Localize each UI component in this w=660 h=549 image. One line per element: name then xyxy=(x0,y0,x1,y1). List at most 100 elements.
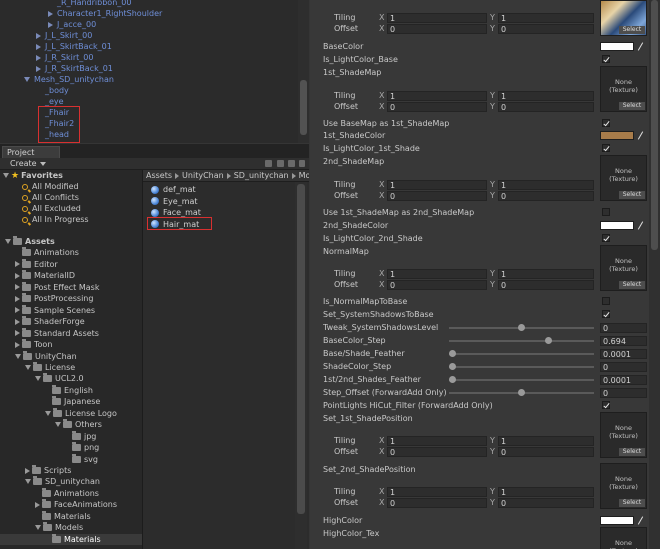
expand-arrow-icon[interactable] xyxy=(15,353,21,359)
tiling-y-field[interactable]: 1 xyxy=(498,90,594,101)
slider-knob[interactable] xyxy=(518,324,525,331)
offset-y-field[interactable]: 0 xyxy=(498,101,594,112)
slider-value-field[interactable]: 0 xyxy=(600,388,647,398)
breadcrumb-item[interactable]: Assets xyxy=(146,171,172,180)
tiling-y-field[interactable]: 1 xyxy=(498,12,594,23)
texture-slot[interactable]: None (Texture) Select xyxy=(600,463,647,509)
create-dropdown[interactable]: Create xyxy=(10,159,46,169)
tiling-x-field[interactable]: 1 xyxy=(387,90,487,101)
hierarchy-item[interactable]: J_acce_00 xyxy=(48,19,96,30)
breadcrumb-item[interactable]: Mo xyxy=(299,171,309,180)
slider-knob[interactable] xyxy=(449,376,456,383)
folder-item[interactable]: Materials xyxy=(35,510,91,522)
texture-thumbnail[interactable]: Select xyxy=(600,0,647,36)
offset-y-field[interactable]: 0 xyxy=(498,190,594,201)
eyedropper-icon[interactable] xyxy=(637,42,644,51)
folder-item[interactable]: License xyxy=(25,361,75,373)
checkbox[interactable] xyxy=(602,144,610,152)
slider-track[interactable] xyxy=(449,350,594,357)
folder-item[interactable]: Others xyxy=(55,419,102,430)
hierarchy-item[interactable]: J_R_Skirt_00 xyxy=(36,52,93,63)
texture-slot[interactable]: None (Texture) Select xyxy=(600,66,647,112)
search-filter-icon[interactable] xyxy=(299,160,305,167)
expand-arrow-icon[interactable] xyxy=(35,501,40,508)
expand-arrow-icon[interactable] xyxy=(15,284,20,291)
offset-y-field[interactable]: 0 xyxy=(498,279,594,290)
expand-arrow-icon[interactable] xyxy=(36,43,41,50)
slider-knob[interactable] xyxy=(518,389,525,396)
select-button[interactable]: Select xyxy=(619,281,645,289)
folder-item[interactable]: Editor xyxy=(15,258,58,270)
expand-arrow-icon[interactable] xyxy=(36,32,41,39)
inspector-scrollbar[interactable] xyxy=(649,0,660,549)
offset-x-field[interactable]: 0 xyxy=(387,446,487,457)
folder-item[interactable]: Scripts xyxy=(25,465,71,476)
select-button[interactable]: Select xyxy=(619,499,645,507)
folder-item[interactable]: FaceAnimations xyxy=(35,499,117,510)
tag-icon[interactable] xyxy=(277,160,284,167)
folder-item[interactable]: Assets xyxy=(5,236,55,247)
tiling-x-field[interactable]: 1 xyxy=(387,435,487,446)
folder-item[interactable]: English xyxy=(45,384,93,396)
expand-arrow-icon[interactable] xyxy=(55,422,61,428)
hierarchy-item[interactable]: _R_Handribbon_00 xyxy=(57,0,131,8)
eyedropper-icon[interactable] xyxy=(637,221,644,230)
expand-arrow-icon[interactable] xyxy=(35,376,41,382)
hierarchy-item[interactable]: J_L_Skirt_00 xyxy=(36,30,92,41)
expand-arrow-icon[interactable] xyxy=(15,318,20,325)
folder-item[interactable]: UnityChan xyxy=(15,350,77,362)
breadcrumb-item[interactable]: SD_unitychan xyxy=(234,171,289,180)
tiling-x-field[interactable]: 1 xyxy=(387,179,487,190)
hierarchy-item[interactable]: Character1_RightShoulder xyxy=(48,8,162,19)
hierarchy-item[interactable]: _body xyxy=(45,85,69,96)
tiling-x-field[interactable]: 1 xyxy=(387,268,487,279)
expand-arrow-icon[interactable] xyxy=(36,54,41,61)
favorite-item[interactable]: All In Progress xyxy=(22,214,89,225)
scroll-thumb[interactable] xyxy=(651,0,658,250)
folder-item[interactable]: Animations xyxy=(35,487,99,499)
expand-arrow-icon[interactable] xyxy=(48,21,53,28)
expand-arrow-icon[interactable] xyxy=(15,261,20,268)
tiling-x-field[interactable]: 1 xyxy=(387,486,487,497)
slider-knob[interactable] xyxy=(544,337,552,344)
checkbox[interactable] xyxy=(602,234,610,242)
eyedropper-icon[interactable] xyxy=(637,516,644,525)
folder-item[interactable]: Materials xyxy=(0,533,142,545)
folder-item[interactable]: License Logo xyxy=(45,407,117,419)
asset-list-scrollbar[interactable] xyxy=(295,182,307,549)
hierarchy-scrollbar[interactable] xyxy=(298,0,309,143)
folder-item[interactable]: PostProcessing xyxy=(15,293,93,304)
expand-arrow-icon[interactable] xyxy=(25,467,30,474)
color-swatch[interactable] xyxy=(600,221,634,230)
slider-track[interactable] xyxy=(449,363,594,370)
select-button[interactable]: Select xyxy=(619,191,645,199)
select-button[interactable]: Select xyxy=(619,26,645,34)
slider-value-field[interactable]: 0 xyxy=(600,362,647,372)
folder-item[interactable]: Standard Assets xyxy=(15,327,99,339)
scroll-thumb[interactable] xyxy=(300,80,307,135)
offset-y-field[interactable]: 0 xyxy=(498,446,594,457)
slider-knob[interactable] xyxy=(449,363,456,370)
color-swatch[interactable] xyxy=(600,42,634,51)
favorite-item[interactable]: All Excluded xyxy=(22,203,81,214)
texture-slot[interactable]: None (Texture) Select xyxy=(600,245,647,291)
folder-item[interactable]: Japanese xyxy=(45,396,100,407)
slider-track[interactable] xyxy=(449,376,594,383)
expand-arrow-icon[interactable] xyxy=(3,173,9,178)
folder-item[interactable]: svg xyxy=(65,453,98,465)
tiling-y-field[interactable]: 1 xyxy=(498,486,594,497)
lock-icon[interactable] xyxy=(265,160,272,167)
folder-item[interactable]: Toon xyxy=(15,339,52,350)
expand-arrow-icon[interactable] xyxy=(15,341,20,348)
color-swatch[interactable] xyxy=(600,516,634,525)
expand-arrow-icon[interactable] xyxy=(24,77,30,82)
offset-x-field[interactable]: 0 xyxy=(387,497,487,508)
checkbox[interactable] xyxy=(602,401,610,409)
folder-item[interactable]: MaterialID xyxy=(15,270,75,281)
folder-item[interactable]: ShaderForge xyxy=(15,316,85,327)
slider-knob[interactable] xyxy=(449,350,456,357)
folder-item[interactable]: Models xyxy=(35,522,83,533)
folder-item[interactable]: Post Effect Mask xyxy=(15,281,99,293)
eyedropper-icon[interactable] xyxy=(637,131,644,140)
expand-arrow-icon[interactable] xyxy=(45,410,51,416)
